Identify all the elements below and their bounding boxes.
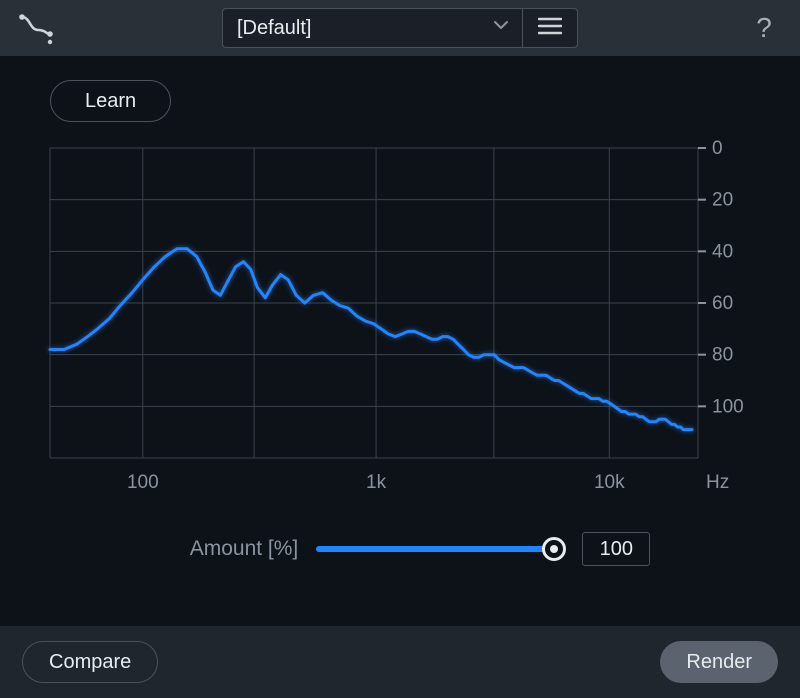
learn-button[interactable]: Learn xyxy=(50,80,171,122)
preset-dropdown[interactable]: [Default] xyxy=(222,8,522,48)
svg-text:60: 60 xyxy=(712,293,733,314)
spectrum-svg[interactable]: 0 20 40 60 80 100 100 1k 10k Hz xyxy=(40,140,760,510)
learn-label: Learn xyxy=(85,90,136,113)
svg-text:20: 20 xyxy=(712,190,733,211)
render-label: Render xyxy=(686,651,752,674)
top-bar: [Default] ? xyxy=(0,0,800,56)
amount-slider[interactable] xyxy=(316,537,564,561)
svg-text:80: 80 xyxy=(712,345,733,366)
chevron-down-icon xyxy=(492,16,510,40)
spectrum-chart: 0 20 40 60 80 100 100 1k 10k Hz xyxy=(40,140,760,510)
help-button[interactable]: ? xyxy=(744,8,784,48)
slider-thumb[interactable] xyxy=(542,537,566,561)
compare-button[interactable]: Compare xyxy=(22,641,158,683)
svg-text:Hz: Hz xyxy=(706,472,729,493)
hamburger-icon xyxy=(538,17,562,40)
slider-track xyxy=(316,546,564,552)
svg-text:100: 100 xyxy=(712,396,744,417)
main-panel: Learn 0 20 40 60 80 100 100 1k 10k Hz Amount [%] … xyxy=(0,56,800,566)
help-icon: ? xyxy=(756,12,772,44)
bottom-bar: Compare Render xyxy=(0,626,800,698)
render-button[interactable]: Render xyxy=(660,641,778,683)
amount-label: Amount [%] xyxy=(190,537,299,561)
module-logo-icon xyxy=(16,10,56,46)
compare-label: Compare xyxy=(49,651,131,674)
topbar-center: [Default] xyxy=(68,8,732,48)
amount-control: Amount [%] 100 xyxy=(80,532,760,566)
preset-menu-button[interactable] xyxy=(522,8,578,48)
svg-text:10k: 10k xyxy=(594,472,625,493)
amount-value-input[interactable]: 100 xyxy=(582,532,650,566)
svg-text:1k: 1k xyxy=(366,472,387,493)
svg-text:40: 40 xyxy=(712,241,733,262)
preset-name: [Default] xyxy=(237,17,311,40)
svg-text:100: 100 xyxy=(127,472,159,493)
svg-text:0: 0 xyxy=(712,140,723,159)
